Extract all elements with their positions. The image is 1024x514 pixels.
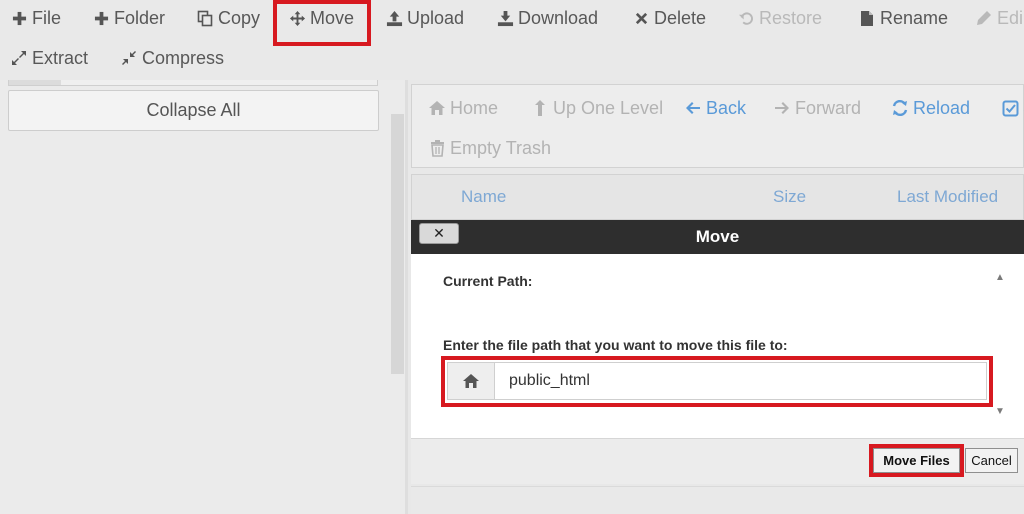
empty-trash-button[interactable]: Empty Trash [428, 133, 551, 163]
scroll-down-arrow-icon[interactable]: ▼ [995, 406, 1005, 417]
pencil-icon [975, 9, 993, 27]
download-icon [496, 9, 514, 27]
delete-button[interactable]: Delete [632, 0, 706, 36]
collapse-all-button[interactable]: Collapse All [8, 90, 379, 131]
restore-button[interactable]: Restore [737, 0, 822, 36]
reload-button[interactable]: Reload [891, 93, 970, 123]
file-list-header: Name Size Last Modified [411, 174, 1024, 220]
forward-button[interactable]: Forward [773, 93, 861, 123]
back-button[interactable]: Back [684, 93, 746, 123]
move-dialog-titlebar: Move ✕ [411, 220, 1024, 254]
up-one-level-label: Up One Level [553, 97, 664, 118]
compress-button[interactable]: Compress [120, 40, 224, 76]
trash-icon [428, 139, 446, 157]
upload-icon [385, 9, 403, 27]
rename-button[interactable]: Rename [858, 0, 948, 36]
close-icon: ✕ [433, 225, 445, 241]
dialog-scrollbar[interactable]: ▲ ▼ [993, 268, 1007, 423]
forward-label: Forward [795, 97, 862, 118]
up-one-level-button[interactable]: Up One Level [531, 93, 663, 123]
upload-label: Upload [407, 7, 465, 28]
file-list-area [411, 486, 1024, 514]
download-button[interactable]: Download [496, 0, 598, 36]
new-folder-button[interactable]: Folder [92, 0, 165, 36]
file-manager-toolbar: File Folder Copy Move Upload Download De… [0, 0, 1024, 80]
arrow-left-icon [684, 101, 702, 115]
x-icon [632, 9, 650, 27]
select-all-button[interactable]: S [1001, 93, 1024, 123]
empty-trash-label: Empty Trash [450, 137, 552, 158]
destination-path-prompt: Enter the file path that you want to mov… [443, 337, 788, 353]
back-label: Back [706, 97, 747, 118]
scroll-up-arrow-icon[interactable]: ▲ [995, 272, 1005, 283]
level-up-icon [531, 99, 549, 117]
current-path-label: Current Path: [443, 273, 533, 289]
edit-button[interactable]: Edi [975, 0, 1023, 36]
home-icon [428, 100, 446, 116]
expand-arrows-icon [10, 49, 28, 67]
home-icon [448, 363, 495, 399]
copy-icon [196, 9, 214, 27]
pane-divider[interactable] [405, 80, 408, 514]
move-files-button[interactable]: Move Files [873, 448, 960, 473]
compress-label: Compress [142, 47, 225, 68]
plus-icon [10, 9, 28, 27]
new-folder-label: Folder [114, 7, 166, 28]
column-header-size[interactable]: Size [773, 187, 806, 207]
column-header-name[interactable]: Name [461, 187, 506, 207]
move-label: Move [310, 7, 355, 28]
home-label: Home [450, 97, 499, 118]
restore-icon [737, 9, 755, 27]
destination-path-input[interactable] [495, 363, 986, 399]
move-button[interactable]: Move [288, 0, 354, 36]
rename-label: Rename [880, 7, 949, 28]
plus-icon [92, 9, 110, 27]
delete-label: Delete [654, 7, 707, 28]
edit-label: Edi [997, 7, 1024, 28]
copy-label: Copy [218, 7, 261, 28]
copy-button[interactable]: Copy [196, 0, 260, 36]
download-label: Download [518, 7, 599, 28]
extract-label: Extract [32, 47, 89, 68]
refresh-icon [891, 99, 909, 117]
checkbox-icon [1001, 100, 1019, 117]
restore-label: Restore [759, 7, 823, 28]
folder-tree-pane: Collapse All [0, 80, 408, 514]
close-button[interactable]: ✕ [419, 223, 459, 244]
extract-button[interactable]: Extract [10, 40, 88, 76]
new-file-button[interactable]: File [10, 0, 61, 36]
column-header-last-modified[interactable]: Last Modified [897, 187, 998, 207]
folder-tree-header [8, 80, 378, 86]
compress-arrows-icon [120, 49, 138, 67]
new-file-label: File [32, 7, 62, 28]
arrow-right-icon [773, 101, 791, 115]
navigation-bar: Home Up One Level Back Forward Reload S [411, 84, 1024, 168]
move-dialog-title: Move [695, 227, 740, 246]
reload-label: Reload [913, 97, 971, 118]
upload-button[interactable]: Upload [385, 0, 464, 36]
folder-tree-scrollbar[interactable] [391, 114, 404, 374]
move-arrows-icon [288, 9, 306, 27]
file-icon [858, 9, 876, 27]
home-button[interactable]: Home [428, 93, 498, 123]
cancel-button[interactable]: Cancel [965, 448, 1018, 473]
destination-path-group [447, 362, 987, 400]
